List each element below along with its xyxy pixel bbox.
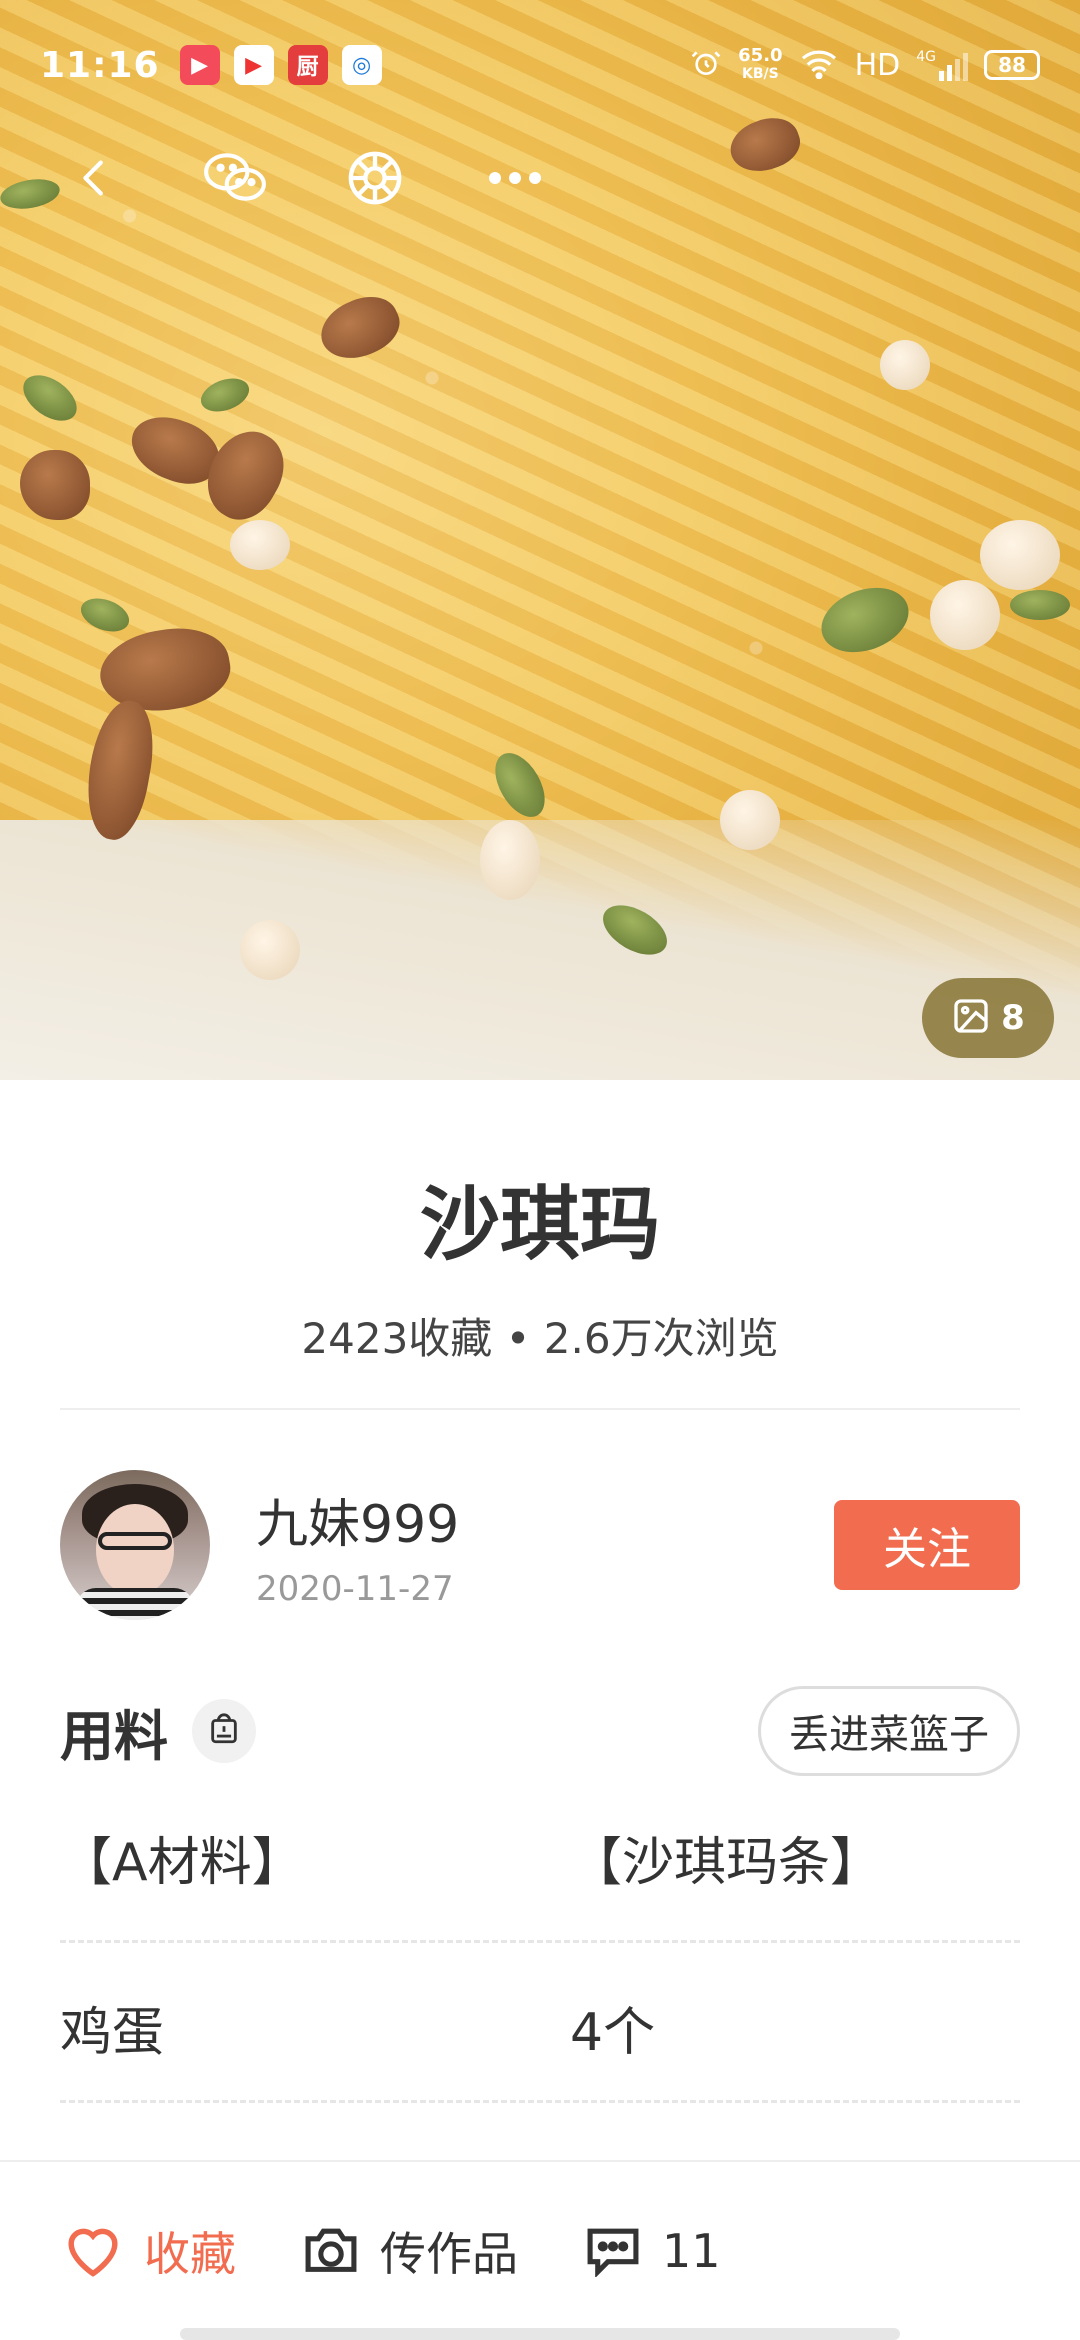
hd-indicator: HD: [854, 47, 901, 83]
top-nav: [0, 140, 1080, 220]
image-icon: [951, 996, 991, 1040]
share-wechat-button[interactable]: [200, 145, 270, 215]
photo-count-badge[interactable]: 8: [922, 978, 1054, 1058]
scale-button[interactable]: [192, 1699, 256, 1763]
publish-date: 2020-11-27: [256, 1568, 454, 1609]
heart-icon: [60, 2219, 126, 2283]
comments-count: 11: [662, 2224, 721, 2278]
upload-work-label: 传作品: [380, 2227, 518, 2281]
author-name[interactable]: 九妹999: [256, 1482, 459, 1557]
pumpkin-seed-decoration: [1010, 590, 1070, 620]
network-speed-value: 65.0: [738, 45, 783, 66]
status-time: 11:16: [40, 44, 160, 86]
section-divider: [60, 1408, 1020, 1410]
ingredients-header: 用料 丢进菜篮子: [60, 1686, 1020, 1776]
author-info: 九妹999 2020-11-27: [256, 1482, 459, 1609]
avatar[interactable]: [60, 1470, 210, 1620]
ingredient-name: 【A材料】: [60, 1833, 304, 1893]
recipe-stats: 2423收藏 • 2.6万次浏览: [301, 1314, 779, 1363]
moments-icon: [346, 149, 404, 211]
favorite-label: 收藏: [144, 2227, 236, 2281]
avatar-face: [96, 1504, 174, 1596]
wechat-icon: [202, 149, 268, 211]
signal-bar: [939, 71, 944, 81]
row-divider: [60, 2100, 1020, 2103]
ingredient-amount: 【沙琪玛条】: [570, 1833, 883, 1893]
add-to-basket-button[interactable]: 丢进菜篮子: [758, 1686, 1020, 1776]
recipe-title: 沙琪玛: [420, 1178, 660, 1271]
play-app-icon: ▶: [179, 45, 220, 85]
wifi-icon: [799, 47, 839, 83]
peanut-decoration: [720, 790, 780, 850]
comment-icon: [582, 2221, 644, 2281]
network-speed-unit: KB/S: [741, 66, 779, 82]
scale-icon: [207, 1712, 241, 1750]
status-bar: 11:16 ▶ ▶ 厨 ◎ 65.0 KB/S HD 4G 88: [0, 0, 1080, 130]
kitchen-app-icon: 厨: [287, 45, 328, 85]
signal-bar: [963, 53, 968, 81]
avatar-shirt: [76, 1588, 194, 1620]
cellular-signal: 4G: [916, 49, 968, 81]
signal-bar: [947, 65, 952, 81]
more-icon: [487, 170, 543, 190]
battery-indicator: 88: [984, 50, 1040, 80]
ingredient-amount: 4个: [570, 2003, 656, 2063]
follow-button[interactable]: 关注: [834, 1500, 1020, 1590]
row-divider: [60, 1940, 1020, 1943]
camera-icon: [300, 2221, 362, 2281]
favorite-button[interactable]: 收藏: [60, 2218, 236, 2284]
home-indicator[interactable]: [180, 2328, 900, 2340]
network-type: 4G: [916, 49, 936, 65]
ingredient-row: 鸡蛋 4个: [60, 1990, 1020, 2065]
upload-work-button[interactable]: 传作品: [300, 2218, 518, 2284]
alarm-icon: [690, 47, 722, 83]
more-button[interactable]: [480, 145, 550, 215]
back-button[interactable]: [60, 145, 130, 215]
parchment-paper: [0, 820, 1080, 1080]
video-app-icon: ▶: [233, 45, 274, 85]
peanut-decoration: [930, 580, 1000, 650]
avatar-glasses: [98, 1532, 172, 1550]
ingredient-row: 【A材料】 【沙琪玛条】: [60, 1820, 1020, 1895]
ingredient-name: 鸡蛋: [60, 2003, 165, 2063]
author-row[interactable]: 九妹999 2020-11-27 关注: [60, 1470, 1020, 1620]
photo-count: 8: [1001, 998, 1025, 1038]
bottom-action-bar: 收藏 传作品 11: [0, 2160, 1080, 2340]
ingredients-title: 用料: [60, 1704, 168, 1768]
signal-bar: [955, 59, 960, 81]
network-speed: 65.0 KB/S: [738, 47, 782, 83]
comments-button[interactable]: 11: [582, 2221, 721, 2281]
peanut-decoration: [480, 820, 540, 900]
peanut-decoration: [230, 520, 290, 570]
peanut-decoration: [240, 920, 300, 980]
browser-app-icon: ◎: [341, 45, 382, 85]
share-moments-button[interactable]: [340, 145, 410, 215]
almond-decoration: [20, 450, 90, 520]
peanut-decoration: [980, 520, 1060, 590]
peanut-decoration: [880, 340, 930, 390]
back-icon: [72, 150, 118, 210]
